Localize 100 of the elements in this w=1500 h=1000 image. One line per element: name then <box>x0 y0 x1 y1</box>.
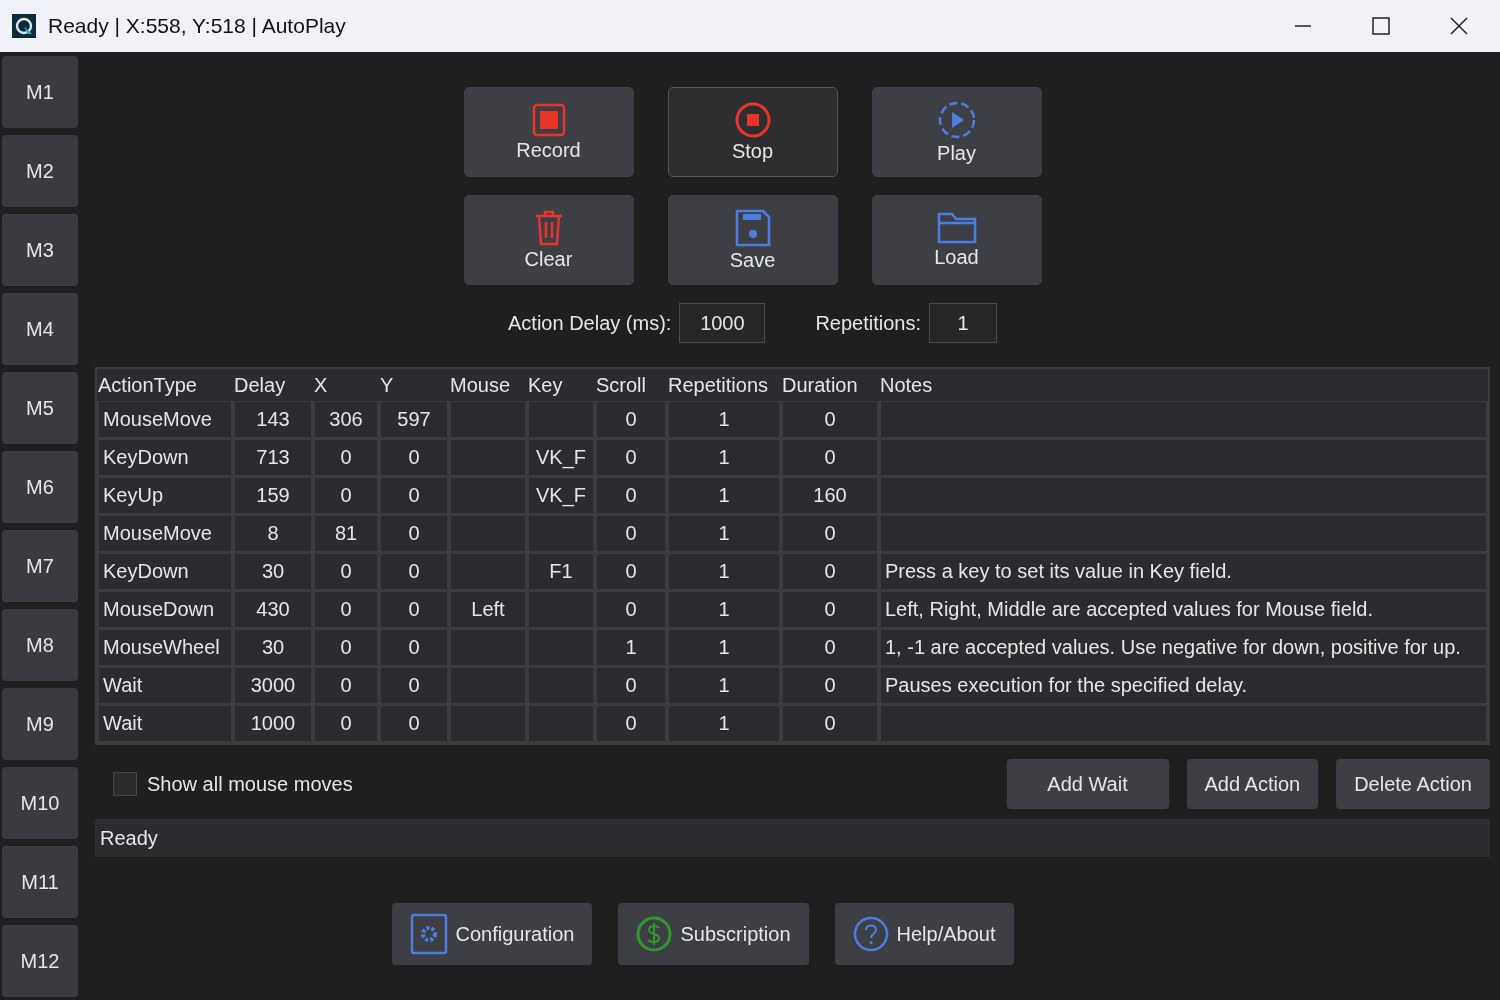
macro-slot-button[interactable]: M6 <box>2 451 78 523</box>
toolbar-button[interactable]: Save <box>667 195 838 285</box>
column-header[interactable]: ActionType <box>97 373 233 397</box>
table-cell: 1 <box>667 667 781 705</box>
table-cell: 159 <box>233 477 313 515</box>
table-cell: 1 <box>667 401 781 439</box>
table-cell: 0 <box>595 515 667 553</box>
table-cell: 1 <box>667 477 781 515</box>
table-cell: 0 <box>595 705 667 743</box>
save-icon <box>734 208 771 247</box>
action-button[interactable]: Add Wait <box>1006 759 1169 809</box>
footer-button[interactable]: Help/About <box>834 903 1014 965</box>
table-cell: MouseWheel <box>97 629 233 667</box>
macro-slot-button[interactable]: M2 <box>2 135 78 207</box>
column-header[interactable]: Scroll <box>595 373 667 397</box>
action-button[interactable]: Add Action <box>1186 759 1319 809</box>
toolbar-button[interactable]: Play <box>871 87 1042 177</box>
macro-slot-button[interactable]: M12 <box>2 925 78 997</box>
table-cell: 0 <box>379 591 449 629</box>
setting-label: Repetitions: <box>815 311 921 335</box>
macro-slot-button[interactable]: M10 <box>2 767 78 839</box>
table-cell: 0 <box>781 515 879 553</box>
table-cell: 1 <box>667 705 781 743</box>
macro-slot-button[interactable]: M8 <box>2 609 78 681</box>
table-cell: F1 <box>527 553 595 591</box>
table-cell: Wait <box>97 667 233 705</box>
table-cell: 30 <box>233 553 313 591</box>
table-cell: KeyDown <box>97 439 233 477</box>
macro-slot-button[interactable]: M7 <box>2 530 78 602</box>
table-cell: Wait <box>97 705 233 743</box>
table-cell: 0 <box>379 629 449 667</box>
maximize-icon[interactable] <box>1372 17 1390 35</box>
macro-slot-button[interactable]: M1 <box>2 56 78 128</box>
macro-slot-button[interactable]: M5 <box>2 372 78 444</box>
column-header[interactable]: Delay <box>233 373 313 397</box>
table-cell: 0 <box>781 705 879 743</box>
column-header[interactable]: Y <box>379 373 449 397</box>
table-cell: 8 <box>233 515 313 553</box>
macro-slot-button[interactable]: M9 <box>2 688 78 760</box>
table-cell: 1 <box>667 515 781 553</box>
table-cell: 0 <box>595 553 667 591</box>
table-cell: 1 <box>667 591 781 629</box>
table-cell: 0 <box>781 629 879 667</box>
table-cell: 0 <box>595 477 667 515</box>
table-cell: MouseDown <box>97 591 233 629</box>
table-cell: 0 <box>379 477 449 515</box>
toolbar-button[interactable]: Stop <box>667 87 838 177</box>
table-cell: VK_F <box>527 439 595 477</box>
table-cell: 1 <box>667 629 781 667</box>
app-logo-icon <box>12 14 36 38</box>
table-cell: 1, -1 are accepted values. Use negative for down, positive for up. <box>879 629 1488 667</box>
table-cell: 0 <box>781 553 879 591</box>
table-cell: 0 <box>781 667 879 705</box>
table-cell: 30 <box>233 629 313 667</box>
macro-slot-button[interactable]: M11 <box>2 846 78 918</box>
window-title: Ready | X:558, Y:518 | AutoPlay <box>48 14 346 38</box>
toolbar-button[interactable]: Record <box>463 87 634 177</box>
table-cell: Pauses execution for the specified delay. <box>879 667 1488 705</box>
setting-input[interactable]: 1000 <box>679 303 766 343</box>
table-cell: 0 <box>379 705 449 743</box>
close-icon[interactable] <box>1450 17 1468 35</box>
table-cell: 0 <box>781 591 879 629</box>
toolbar-button[interactable]: Clear <box>463 195 634 285</box>
table-cell: 0 <box>313 439 379 477</box>
table-cell: 0 <box>781 401 879 439</box>
table-cell: MouseMove <box>97 401 233 439</box>
trash-icon <box>533 209 564 246</box>
table-cell: 597 <box>379 401 449 439</box>
table-cell: 0 <box>313 705 379 743</box>
play-icon <box>936 99 977 140</box>
macro-slot-button[interactable]: M3 <box>2 214 78 286</box>
table-cell: 0 <box>595 439 667 477</box>
setting-input[interactable]: 1 <box>929 303 997 343</box>
column-header[interactable]: Duration <box>781 373 879 397</box>
table-cell: Press a key to set its value in Key field. <box>879 553 1488 591</box>
table-cell: MouseMove <box>97 515 233 553</box>
table-cell: 160 <box>781 477 879 515</box>
toolbar-button[interactable]: Load <box>871 195 1042 285</box>
footer-button[interactable]: Subscription <box>618 903 809 965</box>
column-header[interactable]: Repetitions <box>667 373 781 397</box>
table-cell: 713 <box>233 439 313 477</box>
footer-button[interactable]: Configuration <box>391 903 593 965</box>
table-cell: 0 <box>781 439 879 477</box>
help-icon <box>852 916 889 952</box>
macro-slot-button[interactable]: M4 <box>2 293 78 365</box>
column-header[interactable]: Mouse <box>449 373 527 397</box>
dollar-icon <box>636 916 673 952</box>
table-cell: 0 <box>313 629 379 667</box>
column-header[interactable]: X <box>313 373 379 397</box>
column-header[interactable]: Notes <box>879 373 1488 397</box>
checkbox[interactable] <box>113 772 137 796</box>
table-cell: Left <box>449 591 527 629</box>
column-header[interactable]: Key <box>527 373 595 397</box>
record-icon <box>531 102 566 137</box>
table-cell: 0 <box>379 553 449 591</box>
stop-icon <box>734 101 771 138</box>
table-cell: 81 <box>313 515 379 553</box>
table-cell: 0 <box>313 591 379 629</box>
table-cell: 0 <box>379 515 449 553</box>
action-button[interactable]: Delete Action <box>1336 759 1490 809</box>
